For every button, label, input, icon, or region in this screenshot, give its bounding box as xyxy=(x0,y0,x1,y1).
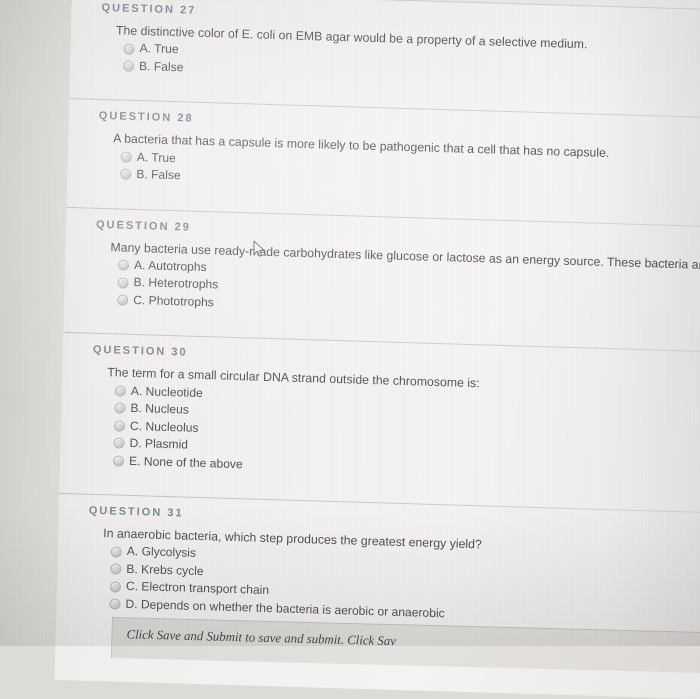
radio-icon[interactable] xyxy=(114,402,126,415)
option-label: B. False xyxy=(138,58,184,75)
question-body-30: The term for a small circular DNA strand… xyxy=(60,355,700,486)
option-label: C. Nucleolus xyxy=(129,418,199,435)
option-label: C. Electron transport chain xyxy=(125,579,270,598)
radio-icon[interactable] xyxy=(110,546,122,558)
radio-icon[interactable] xyxy=(113,437,125,450)
question-block-31: QUESTION 31 In anaerobic bacteria, which… xyxy=(56,492,700,630)
radio-icon[interactable] xyxy=(109,580,122,593)
option-label: D. Plasmid xyxy=(129,436,189,452)
option-label: B. Nucleus xyxy=(130,401,190,417)
radio-icon[interactable] xyxy=(120,168,132,181)
radio-icon[interactable] xyxy=(120,151,132,163)
option-label: A. True xyxy=(139,41,179,57)
option-label: A. Glycolysis xyxy=(126,544,197,561)
quiz-page: QUESTION 27 The distinctive color of E. … xyxy=(54,0,700,699)
option-label: B. False xyxy=(136,167,181,183)
radio-icon[interactable] xyxy=(117,294,129,306)
radio-icon[interactable] xyxy=(110,563,122,575)
radio-icon[interactable] xyxy=(117,277,129,289)
option-label: B. Heterotrophs xyxy=(133,275,219,292)
option-label: A. Autotrophs xyxy=(133,257,207,275)
option-label: A. Nucleotide xyxy=(130,383,203,400)
radio-icon[interactable] xyxy=(109,598,121,610)
mouse-pointer-icon xyxy=(253,240,265,257)
question-body-31: In anaerobic bacteria, which step produc… xyxy=(56,516,700,630)
radio-icon[interactable] xyxy=(117,259,130,271)
radio-icon[interactable] xyxy=(114,385,127,397)
option-label: B. Krebs cycle xyxy=(126,561,204,579)
radio-icon[interactable] xyxy=(113,420,126,432)
radio-icon[interactable] xyxy=(112,455,125,467)
option-label: A. True xyxy=(136,149,176,165)
question-block-29: QUESTION 29 Many bacteria use ready-made… xyxy=(63,206,700,352)
option-label: C. Phototrophs xyxy=(133,292,214,310)
radio-icon[interactable] xyxy=(123,43,135,55)
radio-icon[interactable] xyxy=(122,60,135,72)
photographed-screen: QUESTION 27 The distinctive color of E. … xyxy=(0,0,700,699)
question-block-28: QUESTION 28 A bacteria that has a capsul… xyxy=(67,98,700,226)
question-block-30: QUESTION 30 The term for a small circula… xyxy=(59,332,700,512)
